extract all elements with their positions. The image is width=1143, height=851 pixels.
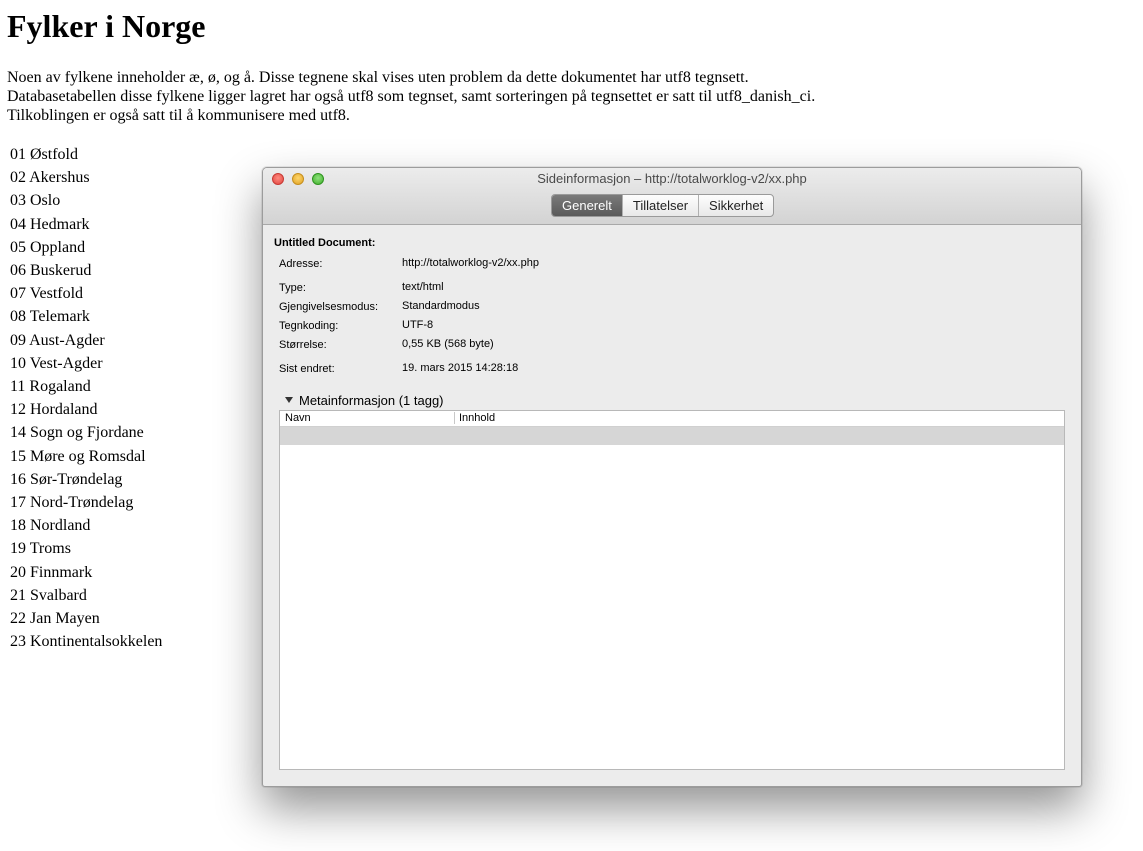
county-item: 14 Sogn og Fjordane	[10, 424, 144, 442]
document-title: Untitled Document:	[274, 237, 376, 249]
window-titlebar[interactable]: Sideinformasjon – http://totalworklog-v2…	[263, 168, 1081, 225]
meta-table[interactable]: Navn Innhold	[279, 410, 1065, 770]
column-header-navn[interactable]: Navn	[285, 411, 311, 426]
intro-line: Noen av fylkene inneholder æ, ø, og å. D…	[7, 69, 749, 86]
county-item: 16 Sør-Trøndelag	[10, 470, 123, 488]
tab-generelt[interactable]: Generelt	[552, 195, 622, 216]
county-item: 08 Telemark	[10, 308, 90, 326]
county-item: 10 Vest-Agder	[10, 354, 103, 372]
county-item: 18 Nordland	[10, 517, 91, 535]
county-item: 07 Vestfold	[10, 285, 84, 303]
page-info-window: Sideinformasjon – http://totalworklog-v2…	[262, 167, 1082, 787]
county-list: 01 Østfold 02 Akershus 03 Oslo 04 Hedmar…	[10, 143, 162, 653]
table-row[interactable]	[280, 427, 1064, 445]
county-item: 05 Oppland	[10, 238, 86, 256]
disclosure-triangle-icon[interactable]	[285, 397, 293, 403]
modified-value: 19. mars 2015 14:28:18	[402, 362, 519, 374]
tab-tillatelser[interactable]: Tillatelser	[621, 195, 698, 216]
county-item: 11 Rogaland	[10, 378, 91, 396]
render-mode-value: Standardmodus	[402, 300, 480, 312]
intro-text: Noen av fylkene inneholder æ, ø, og å. D…	[7, 68, 815, 125]
county-item: 01 Østfold	[10, 146, 78, 163]
meta-table-header: Navn Innhold	[280, 411, 1064, 427]
page-heading: Fylker i Norge	[7, 8, 206, 44]
column-header-innhold[interactable]: Innhold	[459, 411, 495, 426]
meta-disclosure[interactable]: Metainformasjon (1 tagg)	[285, 393, 444, 408]
type-label: Type:	[279, 282, 306, 294]
county-item: 19 Troms	[10, 540, 71, 558]
general-panel: Untitled Document: Adresse: http://total…	[263, 225, 1081, 786]
county-item: 20 Finnmark	[10, 563, 93, 581]
county-item: 03 Oslo	[10, 192, 61, 210]
size-label: Størrelse:	[279, 339, 327, 351]
render-mode-label: Gjengivelsesmodus:	[279, 301, 379, 313]
tab-sikkerhet[interactable]: Sikkerhet	[698, 195, 773, 216]
county-item: 04 Hedmark	[10, 215, 90, 233]
address-value: http://totalworklog-v2/xx.php	[402, 257, 539, 269]
county-item: 12 Hordaland	[10, 401, 98, 419]
column-divider	[454, 412, 455, 424]
county-item: 15 Møre og Romsdal	[10, 447, 146, 465]
encoding-value: UTF-8	[402, 319, 434, 331]
window-title: Sideinformasjon – http://totalworklog-v2…	[537, 171, 807, 186]
modified-label: Sist endret:	[279, 363, 335, 375]
address-label: Adresse:	[279, 258, 323, 270]
size-value: 0,55 KB (568 byte)	[402, 338, 494, 350]
intro-line: Tilkoblingen er også satt til å kommunis…	[7, 107, 350, 124]
county-item: 06 Buskerud	[10, 262, 92, 280]
tab-bar: Generelt Tillatelser Sikkerhet	[551, 194, 775, 217]
encoding-label: Tegnkoding:	[279, 320, 339, 332]
county-item: 21 Svalbard	[10, 586, 87, 604]
meta-header-label: Metainformasjon (1 tagg)	[299, 393, 444, 408]
county-item: 09 Aust-Agder	[10, 331, 105, 349]
intro-line: Databasetabellen disse fylkene ligger la…	[7, 88, 816, 105]
county-item: 17 Nord-Trøndelag	[10, 494, 134, 512]
county-item: 22 Jan Mayen	[10, 610, 100, 628]
county-item: 02 Akershus	[10, 169, 90, 187]
county-item: 23 Kontinentalsokkelen	[10, 633, 163, 651]
type-value: text/html	[402, 281, 444, 293]
